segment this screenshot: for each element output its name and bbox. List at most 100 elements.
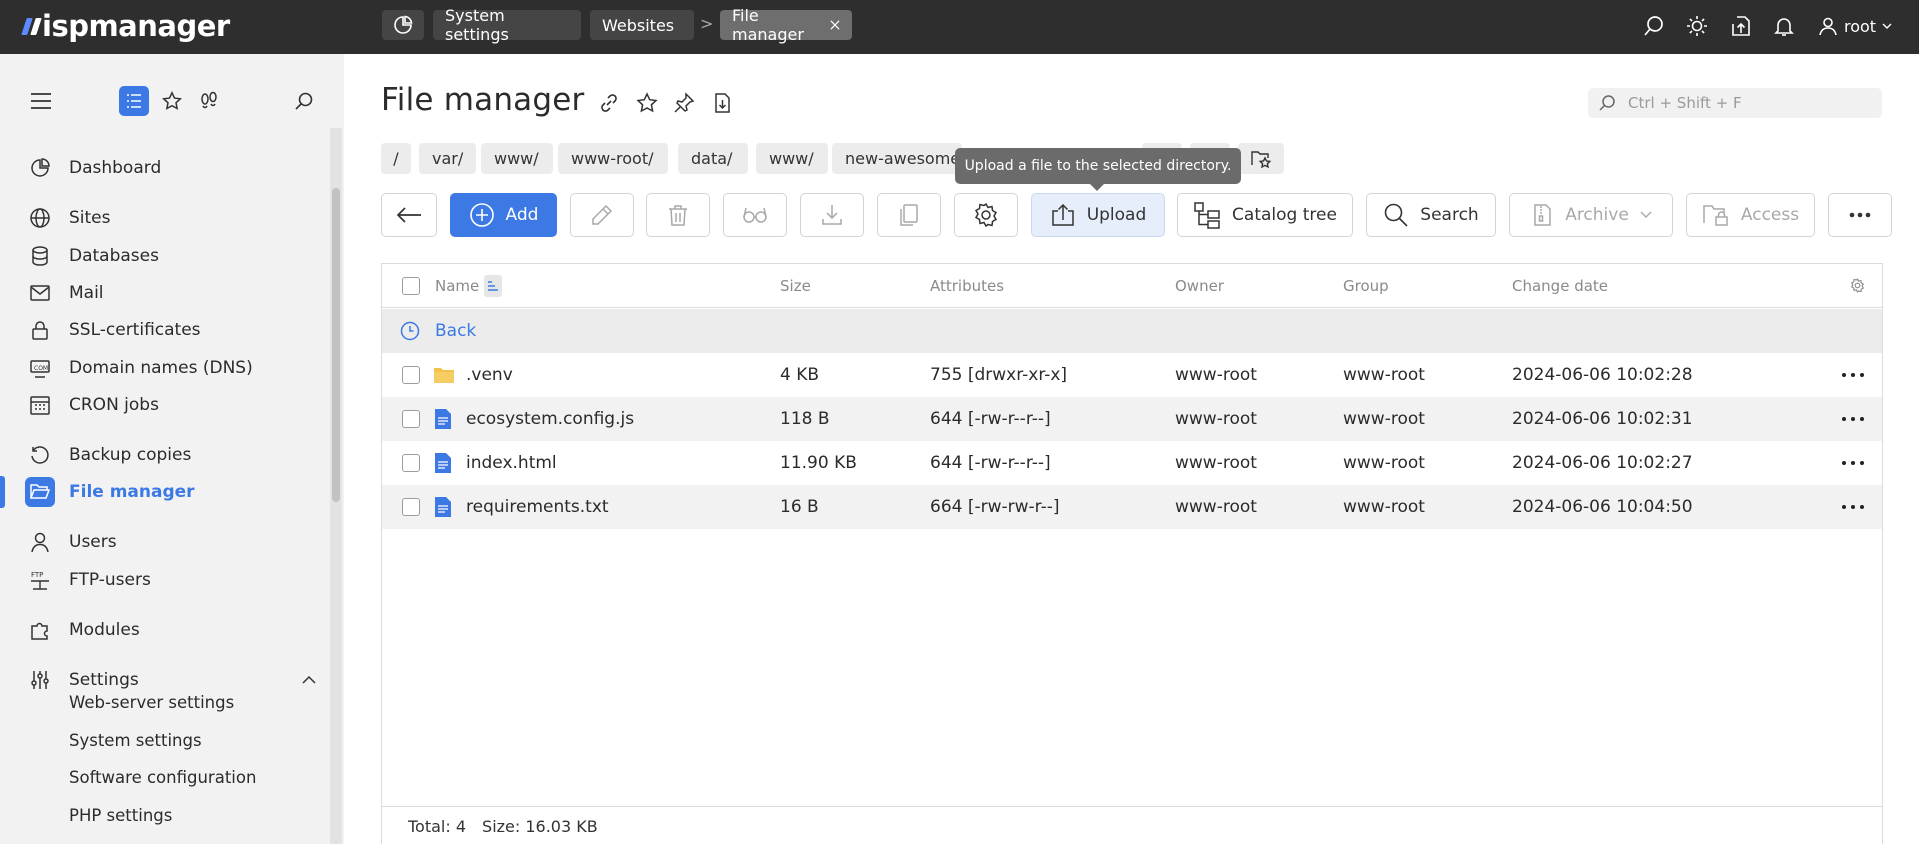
catalog-tree-button[interactable]: Catalog tree (1177, 193, 1353, 237)
file-name[interactable]: requirements.txt (466, 485, 609, 529)
sidebar-item-domain-names[interactable]: COM Domain names (DNS) (0, 350, 330, 386)
table-row[interactable]: .venv 4 KB 755 [drwxr-xr-x] www-root www… (382, 353, 1882, 397)
copy-button[interactable] (877, 193, 941, 237)
back-button[interactable] (381, 193, 437, 237)
update-icon[interactable] (1729, 14, 1753, 38)
favorites-button[interactable] (157, 86, 187, 116)
select-all-checkbox[interactable] (402, 277, 420, 295)
column-header-owner[interactable]: Owner (1175, 264, 1224, 307)
total-size: Size: 16.03 KB (482, 817, 598, 836)
file-owner: www-root (1175, 365, 1257, 385)
search-button[interactable]: Search (1366, 193, 1496, 237)
theme-sun-icon[interactable] (1685, 14, 1709, 38)
tab-websites[interactable]: Websites (590, 10, 694, 40)
notifications-bell-icon[interactable] (1772, 14, 1796, 38)
back-row[interactable]: Back (382, 309, 1882, 353)
sidebar-item-ssl-certificates[interactable]: SSL-certificates (0, 312, 330, 348)
tab-system-settings[interactable]: System settings (433, 6, 581, 44)
add-button[interactable]: Add (450, 193, 557, 237)
user-menu[interactable]: root (1818, 12, 1892, 40)
link-icon[interactable] (598, 92, 620, 114)
path-crumb-root[interactable]: / (381, 143, 411, 174)
sidebar-item-ftp-users[interactable]: FTP FTP-users (0, 562, 330, 598)
row-checkbox[interactable] (402, 454, 420, 472)
scrollbar-thumb[interactable] (332, 188, 340, 502)
ispmanager-logo[interactable]: ispmanager (21, 8, 230, 44)
file-name[interactable]: ecosystem.config.js (466, 397, 634, 441)
sidebar-item-modules[interactable]: Modules (0, 612, 330, 648)
search-icon[interactable] (1642, 14, 1666, 38)
sidebar-scrollbar[interactable] (330, 128, 342, 844)
sliders-icon (28, 668, 52, 692)
recent-steps-button[interactable] (194, 86, 224, 116)
sidebar-subitem-web-server-settings[interactable]: Web-server settings (69, 693, 234, 712)
sidebar-subitem-software-configuration[interactable]: Software configuration (69, 768, 256, 787)
pin-icon[interactable] (673, 92, 695, 114)
tab-file-manager[interactable]: File manager (720, 6, 852, 44)
sidebar-item-cron-jobs[interactable]: CRON jobs (0, 387, 330, 423)
mail-icon (28, 281, 52, 305)
chevron-up-icon[interactable] (302, 675, 316, 685)
column-header-group[interactable]: Group (1343, 264, 1389, 307)
sidebar-subitem-system-settings[interactable]: System settings (69, 731, 202, 750)
table-row[interactable]: ecosystem.config.js 118 B 644 [-rw-r--r-… (382, 397, 1882, 441)
table-row[interactable]: requirements.txt 16 B 664 [-rw-rw-r--] w… (382, 485, 1882, 529)
file-owner: www-root (1175, 409, 1257, 429)
search-icon (1599, 95, 1615, 111)
row-checkbox[interactable] (402, 410, 420, 428)
table-row[interactable]: index.html 11.90 KB 644 [-rw-r--r--] www… (382, 441, 1882, 485)
file-group: www-root (1343, 365, 1425, 385)
sidebar-item-backup-copies[interactable]: Backup copies (0, 437, 330, 473)
row-more-icon[interactable] (1842, 417, 1864, 421)
more-actions-button[interactable] (1828, 193, 1892, 237)
star-icon[interactable] (636, 92, 658, 114)
back-link[interactable]: Back (435, 309, 476, 353)
sidebar-item-databases[interactable]: Databases (0, 238, 330, 274)
star-icon (162, 91, 182, 110)
menu-list-view-button[interactable] (119, 86, 149, 116)
dashboard-home-button[interactable] (382, 10, 424, 40)
path-crumb-www-2[interactable]: www/ (756, 143, 828, 174)
column-settings-gear-icon[interactable] (1850, 278, 1865, 293)
column-header-attributes[interactable]: Attributes (930, 264, 1004, 307)
path-crumb-www[interactable]: www/ (481, 143, 553, 174)
file-name[interactable]: .venv (466, 353, 513, 397)
path-crumb-var[interactable]: var/ (419, 143, 476, 174)
column-header-change-date[interactable]: Change date (1512, 264, 1608, 307)
upload-button[interactable]: Upload (1031, 193, 1165, 237)
sidebar-item-sites[interactable]: Sites (0, 200, 330, 236)
search-icon (1384, 203, 1408, 227)
column-header-size[interactable]: Size (780, 264, 811, 307)
column-header-name[interactable]: Name (435, 264, 503, 307)
close-tab-icon[interactable] (830, 19, 840, 31)
export-document-icon[interactable] (711, 92, 733, 114)
sidebar-item-file-manager[interactable]: File manager (0, 474, 330, 510)
settings-button[interactable] (954, 193, 1018, 237)
path-crumb-data[interactable]: data/ (678, 143, 748, 174)
row-checkbox[interactable] (402, 366, 420, 384)
global-search-input[interactable]: Ctrl + Shift + F (1588, 88, 1882, 118)
row-checkbox[interactable] (402, 498, 420, 516)
archive-dropdown-button[interactable]: Archive (1509, 193, 1673, 237)
path-crumb-new-awesome[interactable]: new-awesome (832, 143, 962, 174)
edit-button[interactable] (570, 193, 634, 237)
view-button[interactable] (723, 193, 787, 237)
collapse-menu-button[interactable] (26, 86, 56, 116)
sidebar-item-users[interactable]: Users (0, 524, 330, 560)
sidebar-item-mail[interactable]: Mail (0, 275, 330, 311)
file-name[interactable]: index.html (466, 441, 557, 485)
sidebar-subitem-php-settings[interactable]: PHP settings (69, 806, 172, 825)
access-button[interactable]: Access (1686, 193, 1815, 237)
sort-asc-icon[interactable] (484, 274, 503, 297)
row-more-icon[interactable] (1842, 505, 1864, 509)
favorite-folder-button[interactable] (1238, 143, 1284, 174)
sidebar-item-dashboard[interactable]: Dashboard (0, 150, 330, 186)
sidebar-search-button[interactable] (289, 86, 319, 116)
dns-icon: COM (28, 356, 52, 380)
download-button[interactable] (800, 193, 864, 237)
row-more-icon[interactable] (1842, 461, 1864, 465)
file-document-icon (435, 497, 451, 517)
row-more-icon[interactable] (1842, 373, 1864, 377)
delete-button[interactable] (646, 193, 710, 237)
path-crumb-www-root[interactable]: www-root/ (558, 143, 668, 174)
